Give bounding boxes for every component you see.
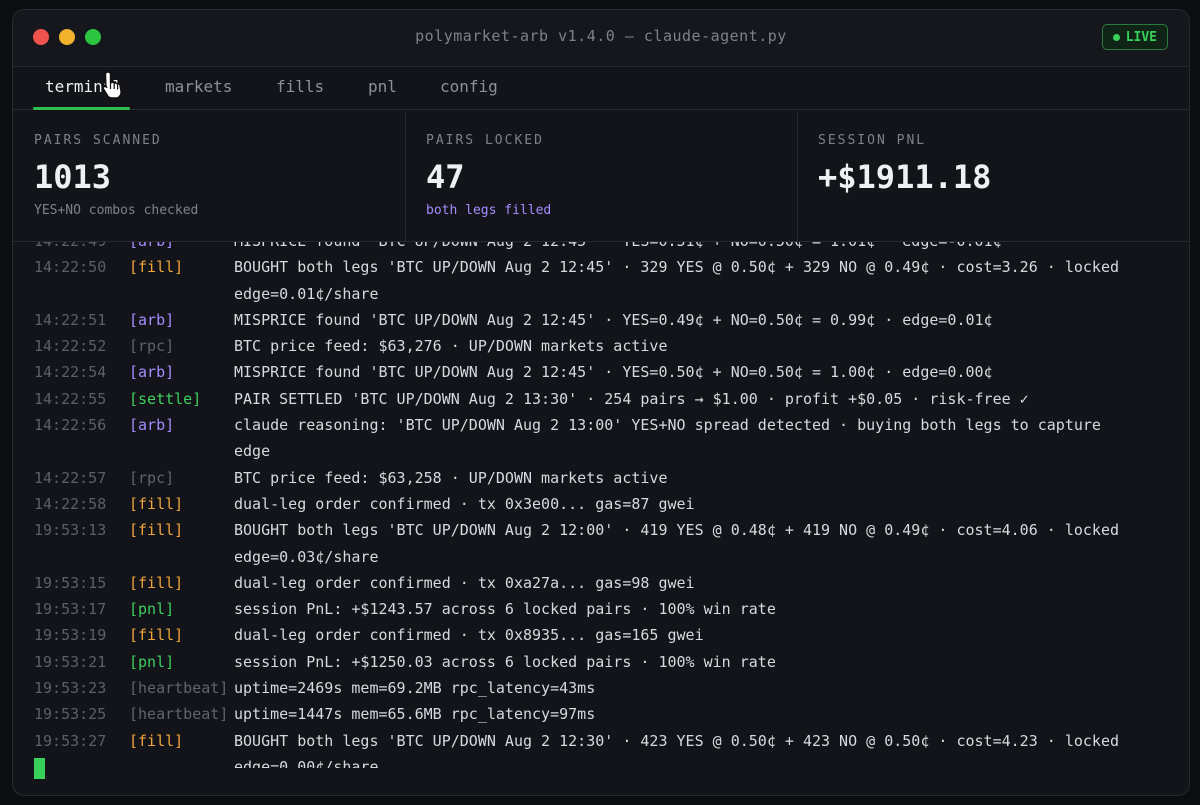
log-timestamp: 14:22:57 xyxy=(34,468,107,487)
log-message: MISPRICE found 'BTC UP/DOWN Aug 2 12:45'… xyxy=(234,363,993,382)
log-tag: [pnl] xyxy=(129,652,175,671)
tab-pnl[interactable]: pnl xyxy=(368,77,397,109)
live-dot-icon xyxy=(1112,33,1120,41)
log-row: 19:53:13 [fill] BOUGHT both legs 'BTC UP/D… xyxy=(13,517,1189,570)
stat-pairs-locked: PAIRS LOCKED 47 both legs filled xyxy=(405,110,798,241)
stat-value: 47 xyxy=(426,158,465,196)
stat-label: SESSION PNL xyxy=(818,133,927,148)
live-status-label: LIVE xyxy=(1125,29,1157,45)
log-tag: [arb] xyxy=(129,310,175,329)
stat-pairs-scanned: PAIRS SCANNED 1013 YES+NO combos checked xyxy=(13,110,406,241)
tab-config[interactable]: config xyxy=(440,77,498,109)
log-timestamp: 14:22:51 xyxy=(34,310,107,329)
log-message: claude reasoning: 'BTC UP/DOWN Aug 2 13:… xyxy=(234,416,1101,461)
log-row: 19:53:25 [heartbeat] uptime=1447s mem=65.6… xyxy=(13,701,1189,727)
log-row: 14:22:51 [arb] MISPRICE found 'BTC UP/DOWN… xyxy=(13,307,1189,333)
log-row: 14:22:57 [rpc] BTC price feed: $63,258 · U… xyxy=(13,465,1189,491)
stats-panel: PAIRS SCANNED 1013 YES+NO combos checked… xyxy=(13,110,1189,242)
log-row: 19:53:21 [pnl] session PnL: +$1250.03 acro… xyxy=(13,649,1189,675)
log-timestamp: 14:22:56 xyxy=(34,416,107,435)
stat-session-pnl: SESSION PNL +$1911.18 xyxy=(797,110,1189,241)
log-tag: [fill] xyxy=(129,258,184,277)
log-row: 14:22:55 [settle] PAIR SETTLED 'BTC UP/DOW… xyxy=(13,386,1189,412)
live-status-badge: LIVE xyxy=(1101,24,1168,50)
log-tag: [rpc] xyxy=(129,337,175,356)
log-tag: [fill] xyxy=(129,494,184,513)
log-row: 19:53:15 [fill] dual-leg order confirmed ·… xyxy=(13,570,1189,596)
stat-subtitle: YES+NO combos checked xyxy=(34,203,199,218)
log-timestamp: 19:53:27 xyxy=(34,731,107,750)
hand-pointer-cursor-icon xyxy=(102,71,122,99)
log-timestamp: 14:22:58 xyxy=(34,494,107,513)
log-timestamp: 19:53:25 xyxy=(34,705,107,724)
stat-label: PAIRS SCANNED xyxy=(34,133,162,148)
log-message: session PnL: +$1243.57 across 6 locked p… xyxy=(234,600,776,619)
log-timestamp: 19:53:19 xyxy=(34,626,107,645)
log-tag: [arb] xyxy=(129,363,175,382)
log-message: session PnL: +$1250.03 across 6 locked p… xyxy=(234,652,776,671)
log-message: PAIR SETTLED 'BTC UP/DOWN Aug 2 13:30' ·… xyxy=(234,389,1029,408)
log-row: 14:22:54 [arb] MISPRICE found 'BTC UP/DOWN… xyxy=(13,359,1189,385)
terminal-window: polymarket-arb v1.4.0 — claude-agent.py … xyxy=(12,9,1190,796)
log-row: 19:53:17 [pnl] session PnL: +$1243.57 acro… xyxy=(13,596,1189,622)
log-row: 14:22:58 [fill] dual-leg order confirmed ·… xyxy=(13,491,1189,517)
log-tag: [heartbeat] xyxy=(129,705,229,724)
log-tag: [fill] xyxy=(129,626,184,645)
log-tag: [rpc] xyxy=(129,468,175,487)
log-message: dual-leg order confirmed · tx 0x8935... … xyxy=(234,626,704,645)
log-tag: [fill] xyxy=(129,521,184,540)
log-timestamp: 19:53:17 xyxy=(34,600,107,619)
log-row: 19:53:23 [heartbeat] uptime=2469s mem=69.2… xyxy=(13,675,1189,701)
log-tag: [pnl] xyxy=(129,600,175,619)
log-row: 14:22:52 [rpc] BTC price feed: $63,276 · U… xyxy=(13,333,1189,359)
log-message: uptime=2469s mem=69.2MB rpc_latency=43ms xyxy=(234,679,596,698)
log-message: BTC price feed: $63,258 · UP/DOWN market… xyxy=(234,468,668,487)
tab-bar: terminal markets fills pnl config xyxy=(13,67,1189,110)
log-tag: [fill] xyxy=(129,573,184,592)
log-message: BTC price feed: $63,276 · UP/DOWN market… xyxy=(234,337,668,356)
title-bar: polymarket-arb v1.4.0 — claude-agent.py … xyxy=(13,10,1189,67)
log-timestamp: 14:22:50 xyxy=(34,258,107,277)
log-message: uptime=1447s mem=65.6MB rpc_latency=97ms xyxy=(234,705,596,724)
log-timestamp: 19:53:15 xyxy=(34,573,107,592)
log-timestamp: 19:53:23 xyxy=(34,679,107,698)
log-timestamp: 14:22:55 xyxy=(34,389,107,408)
log-timestamp: 14:22:52 xyxy=(34,337,107,356)
log-message: BOUGHT both legs 'BTC UP/DOWN Aug 2 12:3… xyxy=(234,731,1120,768)
log-tag: [settle] xyxy=(129,389,202,408)
log-timestamp: 19:53:13 xyxy=(34,521,107,540)
log-row: 14:22:56 [arb] claude reasoning: 'BTC UP/D… xyxy=(13,412,1189,465)
log-message: BOUGHT both legs 'BTC UP/DOWN Aug 2 12:0… xyxy=(234,521,1120,566)
log-row: 14:22:50 [fill] BOUGHT both legs 'BTC UP/D… xyxy=(13,254,1189,307)
log-timestamp: 14:22:54 xyxy=(34,363,107,382)
log-message: BOUGHT both legs 'BTC UP/DOWN Aug 2 12:4… xyxy=(234,258,1120,303)
stat-subtitle: both legs filled xyxy=(426,203,552,218)
stat-value: 1013 xyxy=(34,158,112,196)
log-tag: [heartbeat] xyxy=(129,679,229,698)
log-message: dual-leg order confirmed · tx 0xa27a... … xyxy=(234,573,695,592)
log-message: dual-leg order confirmed · tx 0x3e00... … xyxy=(234,494,695,513)
log-row: 19:53:19 [fill] dual-leg order confirmed ·… xyxy=(13,622,1189,648)
log-timestamp: 19:53:21 xyxy=(34,652,107,671)
stat-label: PAIRS LOCKED xyxy=(426,133,544,148)
tab-markets[interactable]: markets xyxy=(165,77,232,109)
terminal-log[interactable]: 14:22:49[arb]MISPRICE found 'BTC UP/DOWN… xyxy=(13,228,1189,768)
stat-value: +$1911.18 xyxy=(818,158,992,196)
window-title: polymarket-arb v1.4.0 — claude-agent.py xyxy=(415,27,787,45)
log-tag: [arb] xyxy=(129,416,175,435)
log-tag: [fill] xyxy=(129,731,184,750)
log-message: MISPRICE found 'BTC UP/DOWN Aug 2 12:45'… xyxy=(234,310,993,329)
log-row: 19:53:27 [fill] BOUGHT both legs 'BTC UP/D… xyxy=(13,728,1189,768)
tab-fills[interactable]: fills xyxy=(276,77,324,109)
